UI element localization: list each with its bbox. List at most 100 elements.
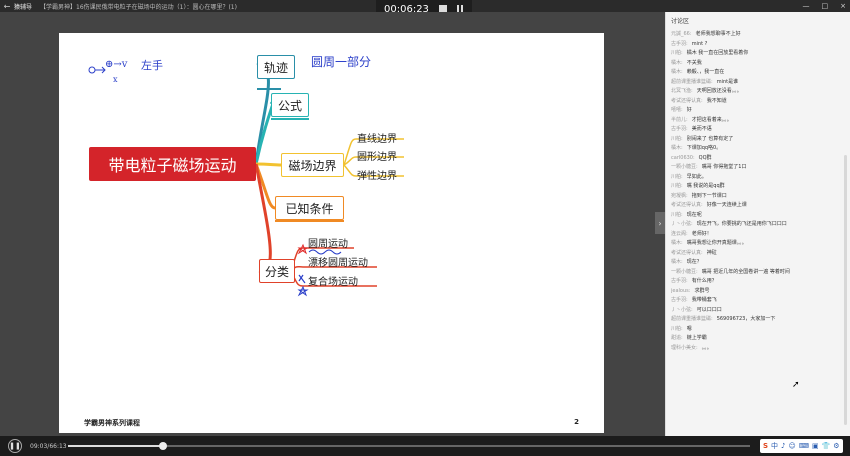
chat-username: 古手羽: xyxy=(671,126,688,132)
chat-text: mint ? xyxy=(691,40,708,47)
chat-message: jealous: 求群号 xyxy=(671,287,841,297)
chat-message: 元誠_66: 老师我想聊事不上好 xyxy=(671,30,841,40)
branch-classification: 分类 xyxy=(259,259,295,283)
chat-message: 考试还得认真: 神砬 xyxy=(671,249,841,259)
chat-username: 宛凝枫: xyxy=(671,192,688,199)
branch-field-boundary: 磁场边界 xyxy=(281,153,344,177)
chat-username: 橘木: xyxy=(671,145,683,151)
chat-text: 我带桶套飞 xyxy=(691,297,717,303)
progress-fill xyxy=(68,445,164,447)
chat-username: 考试还得认真: xyxy=(671,249,703,256)
chat-text: 别闹来了 也算有定了 xyxy=(686,135,734,142)
handwriting-left-hand: 左手 xyxy=(141,59,163,72)
chat-list[interactable]: 元誠_66: 老师我想聊事不上好 古手羽: mint ? 川柏: 橘木 我一直在回放里看着… xyxy=(671,30,841,434)
tray-icon[interactable]: 中 xyxy=(771,441,778,451)
branch-formula: 公式 xyxy=(271,93,309,117)
chat-text: 不关我 xyxy=(686,59,702,66)
leaf-circular-motion: 圆周运动 xyxy=(308,239,348,250)
chat-username: 甜追: xyxy=(671,335,683,341)
chat-text: 求群号 xyxy=(694,287,710,294)
chat-message: 北冥飞渔: 天啊回放还没看。。。 xyxy=(671,87,841,97)
tray-icon[interactable]: ☺ xyxy=(789,442,796,450)
chat-text: 好像一天连续上课 xyxy=(706,202,747,208)
playback-time: 09:03/66:13 xyxy=(30,443,67,450)
progress-track[interactable] xyxy=(68,445,750,447)
chat-message: 丿丶小弦: 现在开飞，你要挑的飞还是用你飞口口口 xyxy=(671,220,841,230)
chat-text: QQ群 xyxy=(698,154,712,161)
chat-text: 嘴哥我想让你开真题课。。。 xyxy=(686,240,747,246)
progress-knob[interactable] xyxy=(159,442,168,450)
chat-text: 嘴 我说的是qq群 xyxy=(686,183,725,189)
tray-icon[interactable]: ▣ xyxy=(812,442,819,450)
chat-message: 甜追: 链上学霸 xyxy=(671,334,841,344)
play-pause-button[interactable]: ❚❚ xyxy=(8,439,22,453)
chat-text: 我不知道 xyxy=(706,97,727,104)
chat-text: 有什么用？ xyxy=(691,278,717,284)
maximize-icon[interactable]: □ xyxy=(822,2,829,10)
chat-text: 赖毅、，我一直在 xyxy=(686,69,725,75)
chat-message: 宛凝枫: 拖到下一节课口 xyxy=(671,192,841,202)
branch-known-conditions: 已知条件 xyxy=(275,196,344,220)
tray-icon[interactable]: S xyxy=(763,442,768,450)
ime-toolbar: S 中 ♪ ☺ ⌨ ▣ 👕 ⚙ xyxy=(760,439,843,453)
chat-username: 连云阁: xyxy=(671,230,688,237)
chat-message: 理科小美女:。。。 xyxy=(671,344,841,354)
chat-message: 川柏: 现在呢 xyxy=(671,211,841,221)
chat-username: jealous: xyxy=(671,287,691,294)
discussion-header: 讨论区 xyxy=(671,18,690,25)
chat-username: 橘木: xyxy=(671,59,683,66)
chat-username: 川柏: xyxy=(671,183,683,189)
chat-username: 橘木: xyxy=(671,69,683,75)
chat-username: 川柏: xyxy=(671,50,683,56)
chat-text: 569096723，大家加一下 xyxy=(716,316,776,322)
chat-username: 川柏: xyxy=(671,135,683,142)
chat-username: 一颗小糖豆: xyxy=(671,268,698,275)
chat-username: 超前课重播谁篮磁: xyxy=(671,78,713,85)
lecture-stage: 带电粒子磁场运动 轨迹 公式 磁场边界 已知条件 分类 直线边界 圆形边界 弹性… xyxy=(0,12,665,436)
chat-message: 一颗小糖豆: 嘴哥 你得拖堂了1口 xyxy=(671,163,841,173)
chat-text: 美而不语 xyxy=(691,126,712,132)
chat-text: 链上学霸 xyxy=(686,335,707,341)
document-title: 【学霸男神】16伤课民俄带电粒子在磁场中的运动（1）：圆心在哪里？(1) xyxy=(40,3,237,11)
chat-username: 川柏: xyxy=(671,173,683,180)
leaf-compound-field-motion: 复合场运动 xyxy=(308,277,358,288)
tray-icon[interactable]: ⌨ xyxy=(799,442,809,450)
chat-message: 橘木: 下课加qq咯0。 xyxy=(671,144,841,154)
tray-icon[interactable]: ♪ xyxy=(781,442,785,450)
tray-icon[interactable]: ⚙ xyxy=(833,442,839,450)
close-icon[interactable]: × xyxy=(840,2,846,10)
handwriting-x: x xyxy=(113,75,118,84)
chat-username: 川柏: xyxy=(671,211,683,218)
chat-message: 超前课重播谁篮磁: mint是谁 xyxy=(671,78,841,88)
chat-username: 川柏: xyxy=(671,325,683,332)
discussion-panel: 讨论区 元誠_66: 老师我想聊事不上好 古手羽: mint ? 川柏: 橘木 我一直在回… xyxy=(665,12,850,436)
slide-footer-course: 学霸男神系列课程 xyxy=(84,419,140,427)
chat-text: 天啊回放还没看。。。 xyxy=(696,88,742,94)
chat-text: 才把这看着来。。。 xyxy=(691,116,732,123)
collapse-sidebar-button[interactable]: › xyxy=(655,212,665,234)
chat-text: 现在呢 xyxy=(686,211,702,218)
chat-text: 嘴哥 你得拖堂了1口 xyxy=(701,164,747,170)
chat-username: 古手羽: xyxy=(671,278,688,284)
chat-username: 元誠_66: xyxy=(671,31,692,37)
scrollbar-thumb[interactable] xyxy=(844,155,847,425)
chat-message: 橘木: 不关我 xyxy=(671,59,841,69)
chat-text: 嗯 xyxy=(686,325,692,332)
chat-message: carl0630: QQ群 xyxy=(671,154,841,164)
minimize-icon[interactable]: — xyxy=(803,2,810,10)
chat-username: 理科小美女: xyxy=(671,344,698,351)
leaf-straight-boundary: 直线边界 xyxy=(357,134,397,145)
chat-message: 川柏: 嘴 我说的是qq群 xyxy=(671,182,841,192)
chat-message: 橘木: 嘴哥我想让你开真题课。。。 xyxy=(671,239,841,249)
handwriting-arc-part: 圆周一部分 xyxy=(311,55,372,69)
app-name: 猿辅导 xyxy=(14,3,33,11)
chat-username: 丿丶小弦: xyxy=(671,306,693,313)
leaf-elastic-boundary: 弹性边界 xyxy=(357,171,397,182)
chat-message: 古手羽: 我带桶套飞 xyxy=(671,296,841,306)
tray-icon[interactable]: 👕 xyxy=(822,442,831,450)
chat-message: 川柏: 嗯 xyxy=(671,325,841,335)
chat-text: 。。。 xyxy=(701,344,712,351)
back-arrow-icon[interactable]: ← xyxy=(0,2,14,11)
chat-username: 半前儿: xyxy=(671,116,688,123)
chat-scrollbar[interactable] xyxy=(843,30,848,430)
